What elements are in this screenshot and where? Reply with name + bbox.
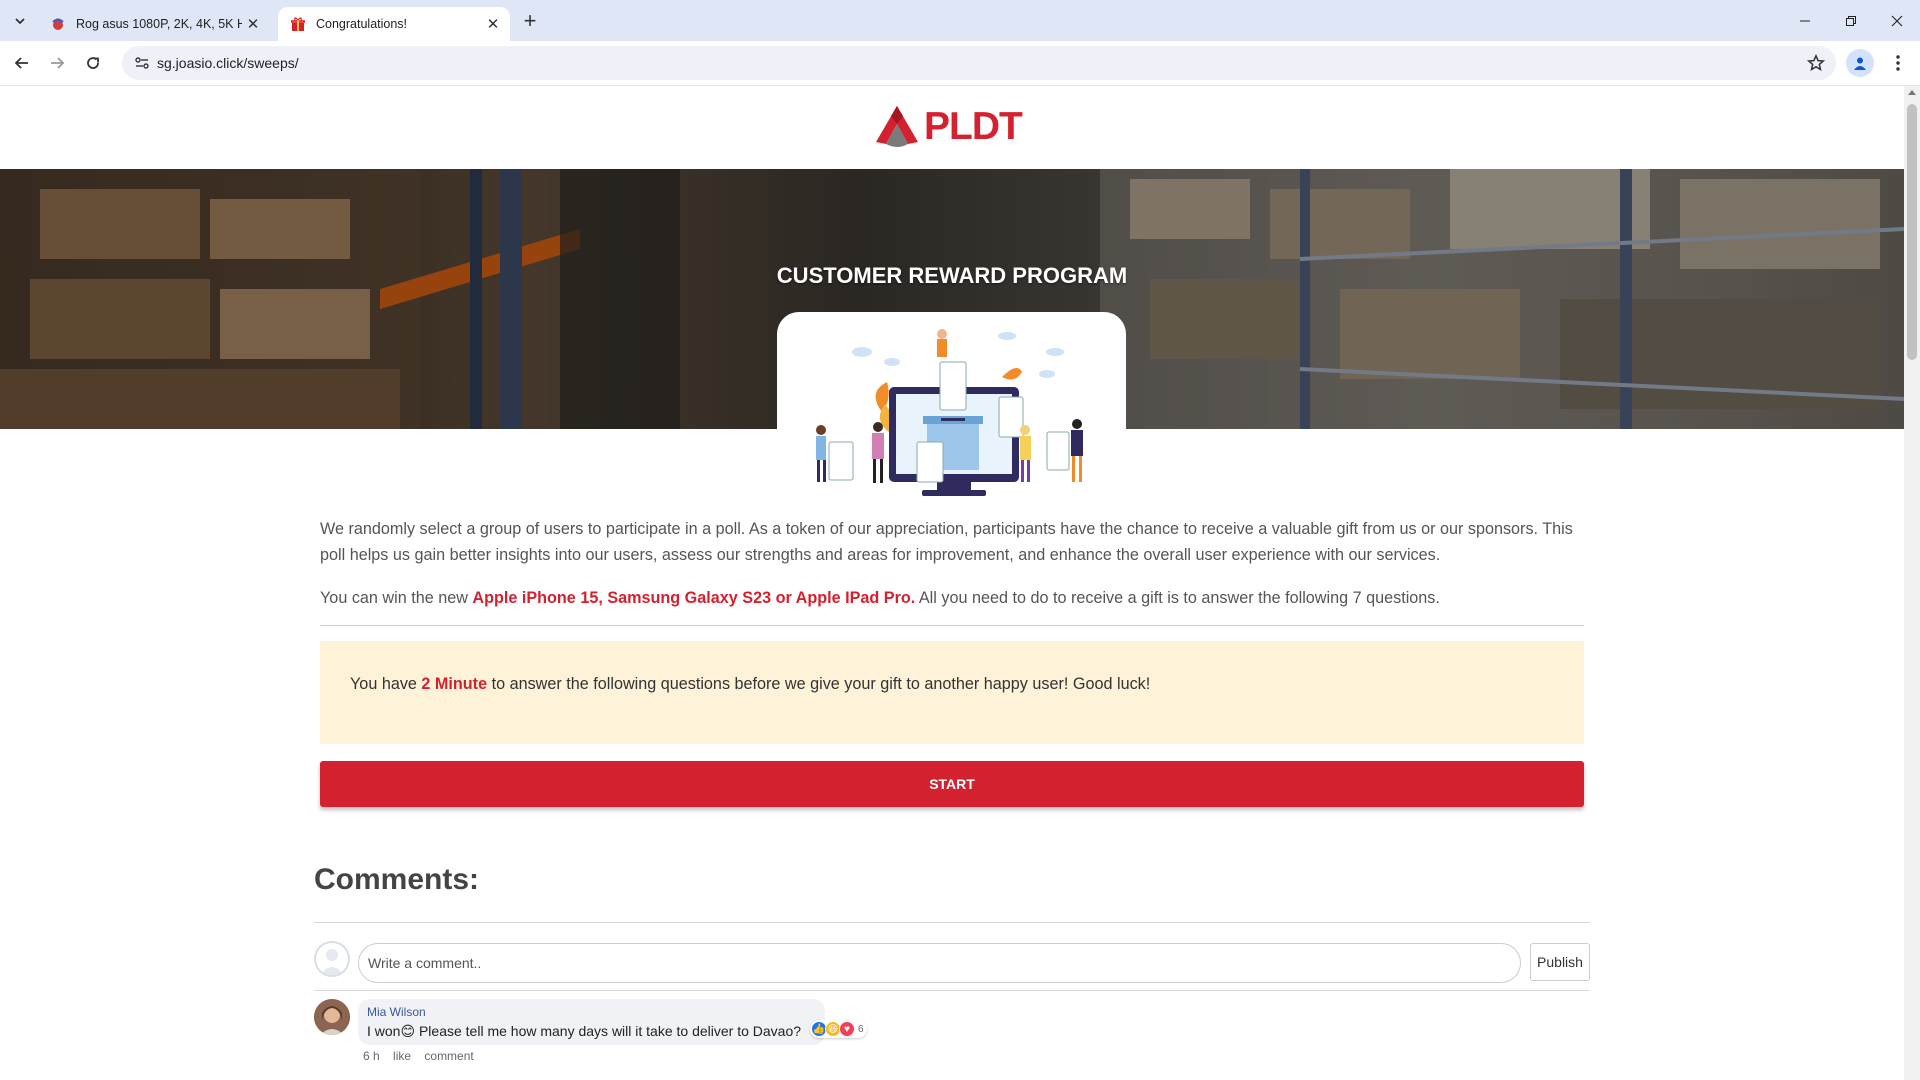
restore-button[interactable]: [1828, 0, 1874, 41]
reaction-count: 6: [858, 1023, 864, 1035]
default-avatar-icon: [320, 949, 344, 975]
notice-time: 2 Minute: [421, 675, 488, 693]
divider: [320, 625, 1584, 626]
address-bar[interactable]: sg.joasio.click/sweeps/: [122, 46, 1836, 80]
forward-button[interactable]: [41, 47, 73, 79]
comment-text-start: I won: [367, 1023, 401, 1039]
url-text[interactable]: sg.joasio.click/sweeps/: [157, 55, 299, 71]
avatar[interactable]: [314, 999, 350, 1035]
site-settings-icon[interactable]: [130, 51, 154, 75]
tab-search-button[interactable]: [6, 8, 34, 34]
rog-favicon-icon: [50, 16, 66, 32]
pldt-logo: PLDT: [874, 104, 1023, 150]
chevron-down-icon: [15, 18, 25, 25]
close-icon: [1891, 15, 1903, 26]
divider: [314, 990, 1590, 991]
comment-author[interactable]: Mia Wilson: [367, 1005, 426, 1019]
new-tab-button[interactable]: +: [516, 8, 544, 34]
comment-text-end: Please tell me how many days will it tak…: [415, 1023, 802, 1039]
tab-title: Rog asus 1080P, 2K, 4K, 5K HD: [76, 17, 242, 31]
close-icon[interactable]: ✕: [242, 13, 264, 35]
comment-time: 6 h: [363, 1049, 380, 1063]
prize-paragraph: You can win the new Apple iPhone 15, Sam…: [320, 585, 1584, 611]
page-scrollbar[interactable]: [1904, 86, 1920, 1080]
intro-paragraph: We randomly select a group of users to p…: [320, 520, 1573, 564]
browser-tab-bar: Rog asus 1080P, 2K, 4K, 5K HD ✕ Congratu…: [0, 0, 1920, 41]
poll-illustration-card: [777, 312, 1126, 508]
reload-button[interactable]: [77, 47, 109, 79]
hero-title: CUSTOMER REWARD PROGRAM: [776, 263, 1128, 288]
comment-text: I won😊 Please tell me how many days will…: [367, 1023, 801, 1040]
pldt-logo-icon: [876, 106, 918, 147]
back-button[interactable]: [6, 47, 38, 79]
prize-highlight: Apple iPhone 15, Samsung Galaxy S23 or A…: [472, 589, 916, 607]
comment-link[interactable]: comment: [424, 1049, 473, 1063]
arrow-right-icon: [51, 57, 65, 69]
notice-lead: You have: [350, 675, 422, 693]
browser-toolbar: sg.joasio.click/sweeps/: [0, 41, 1920, 86]
comment-meta: 6 h like comment: [363, 1049, 484, 1063]
arrow-left-icon: [14, 57, 28, 69]
brand-name: PLDT: [924, 105, 1023, 148]
reaction-summary[interactable]: 👍 😆 ♥ 6: [810, 1020, 867, 1038]
page-viewport: PLDT CUSTOMER REWARD PROGRAM We randomly…: [0, 86, 1904, 1080]
comment-bubble: Mia Wilson I won😊 Please tell me how man…: [358, 999, 825, 1045]
bookmark-star-icon[interactable]: [1804, 51, 1828, 75]
minimize-button[interactable]: [1782, 0, 1828, 41]
divider: [314, 922, 1590, 923]
minimize-icon: [1800, 20, 1810, 21]
start-button[interactable]: START: [320, 761, 1584, 807]
voting-illustration: [816, 329, 1083, 496]
avatar: [314, 941, 350, 977]
profile-avatar-icon[interactable]: [1846, 49, 1874, 77]
smile-emoji-icon: 😊: [400, 1023, 416, 1039]
comment-input[interactable]: [358, 943, 1521, 983]
scrollbar-thumb[interactable]: [1907, 104, 1917, 360]
tab-rog-asus[interactable]: Rog asus 1080P, 2K, 4K, 5K HD ✕: [38, 7, 270, 41]
publish-button[interactable]: Publish: [1530, 943, 1590, 981]
tab-congratulations[interactable]: Congratulations! ✕: [278, 7, 510, 41]
heart-reaction-icon: ♥: [839, 1021, 855, 1037]
tab-title: Congratulations!: [316, 17, 408, 31]
close-icon[interactable]: ✕: [482, 13, 504, 35]
gift-favicon-icon: [290, 16, 306, 32]
scroll-up-icon[interactable]: [1908, 90, 1916, 95]
close-window-button[interactable]: [1874, 0, 1920, 41]
user-photo-icon: [314, 999, 350, 1035]
comments-title: Comments:: [314, 863, 480, 896]
site-header: PLDT: [0, 86, 1904, 169]
like-link[interactable]: like: [393, 1049, 411, 1063]
reload-icon: [87, 57, 99, 69]
notice-text: You have 2 Minute to answer the followin…: [350, 675, 1150, 694]
notice-tail: to answer the following questions before…: [487, 675, 1151, 693]
restore-icon: [1846, 15, 1856, 26]
timer-notice: You have 2 Minute to answer the followin…: [320, 641, 1584, 744]
browser-menu-icon[interactable]: [1884, 49, 1912, 77]
prize-lead: You can win the new: [320, 589, 473, 607]
prize-tail: All you need to do to receive a gift is …: [915, 589, 1440, 607]
